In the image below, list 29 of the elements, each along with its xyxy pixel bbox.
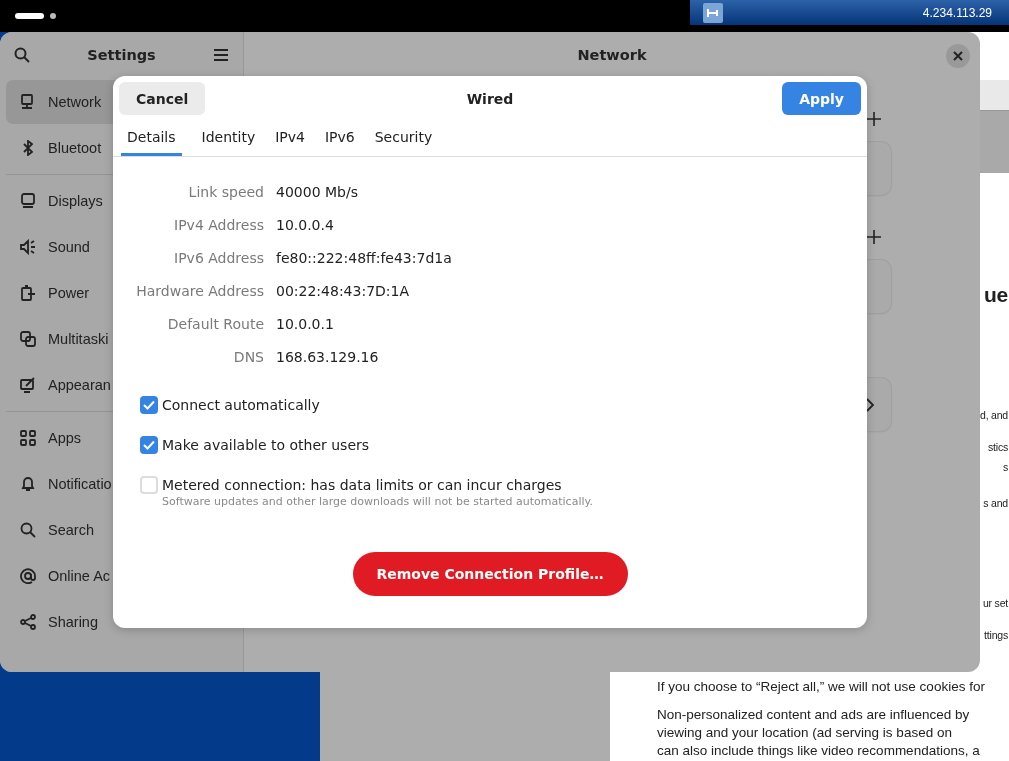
detail-value: fe80::222:48ff:fe43:7d1a [276,249,452,268]
checkbox-label: Metered connection: has data limits or can incur charges [162,476,563,495]
detail-label: Default Route [166,315,264,334]
detail-value: 168.63.129.16 [276,348,380,367]
page-text: ttings [984,629,1008,641]
checkbox-label: Connect automatically [162,396,320,415]
ip-address: 4.234.113.29 [922,5,992,20]
detail-value: 10.0.0.4 [276,216,335,235]
detail-label: IPv6 Address [173,249,264,268]
checkbox-hint: Software updates and other large downloads will not be started automatically. [162,495,593,508]
detail-label: Hardware Address [135,282,264,301]
sidebar-title: Settings [87,47,156,63]
detail-label: DNS [232,348,264,367]
page-text: ur set [982,597,1008,609]
page-text: d, and [980,409,1008,421]
page-text: stics [988,441,1008,453]
detail-label: Link speed [187,183,264,202]
page-paragraph: If you choose to “Reject all,” we will not use cookies for [657,678,986,696]
detail-value: 10.0.0.1 [276,315,335,334]
detail-value: 00:22:48:43:7D:1A [276,282,410,301]
checkbox-label: Make available to other users [162,436,370,455]
page-text: s [1002,461,1008,473]
page-paragraph: Non-personalized content and ads are influenced by viewing and your location (ad serving is based on can also include things like video recommendations, a [657,706,981,760]
page-text: s and [983,497,1008,509]
detail-label: IPv4 Address [173,216,264,235]
dialog-title: Wired [466,90,514,107]
window-title: Network [577,47,647,63]
detail-value: 40000 Mb/s [276,183,359,202]
page-text: ue [983,283,1008,307]
